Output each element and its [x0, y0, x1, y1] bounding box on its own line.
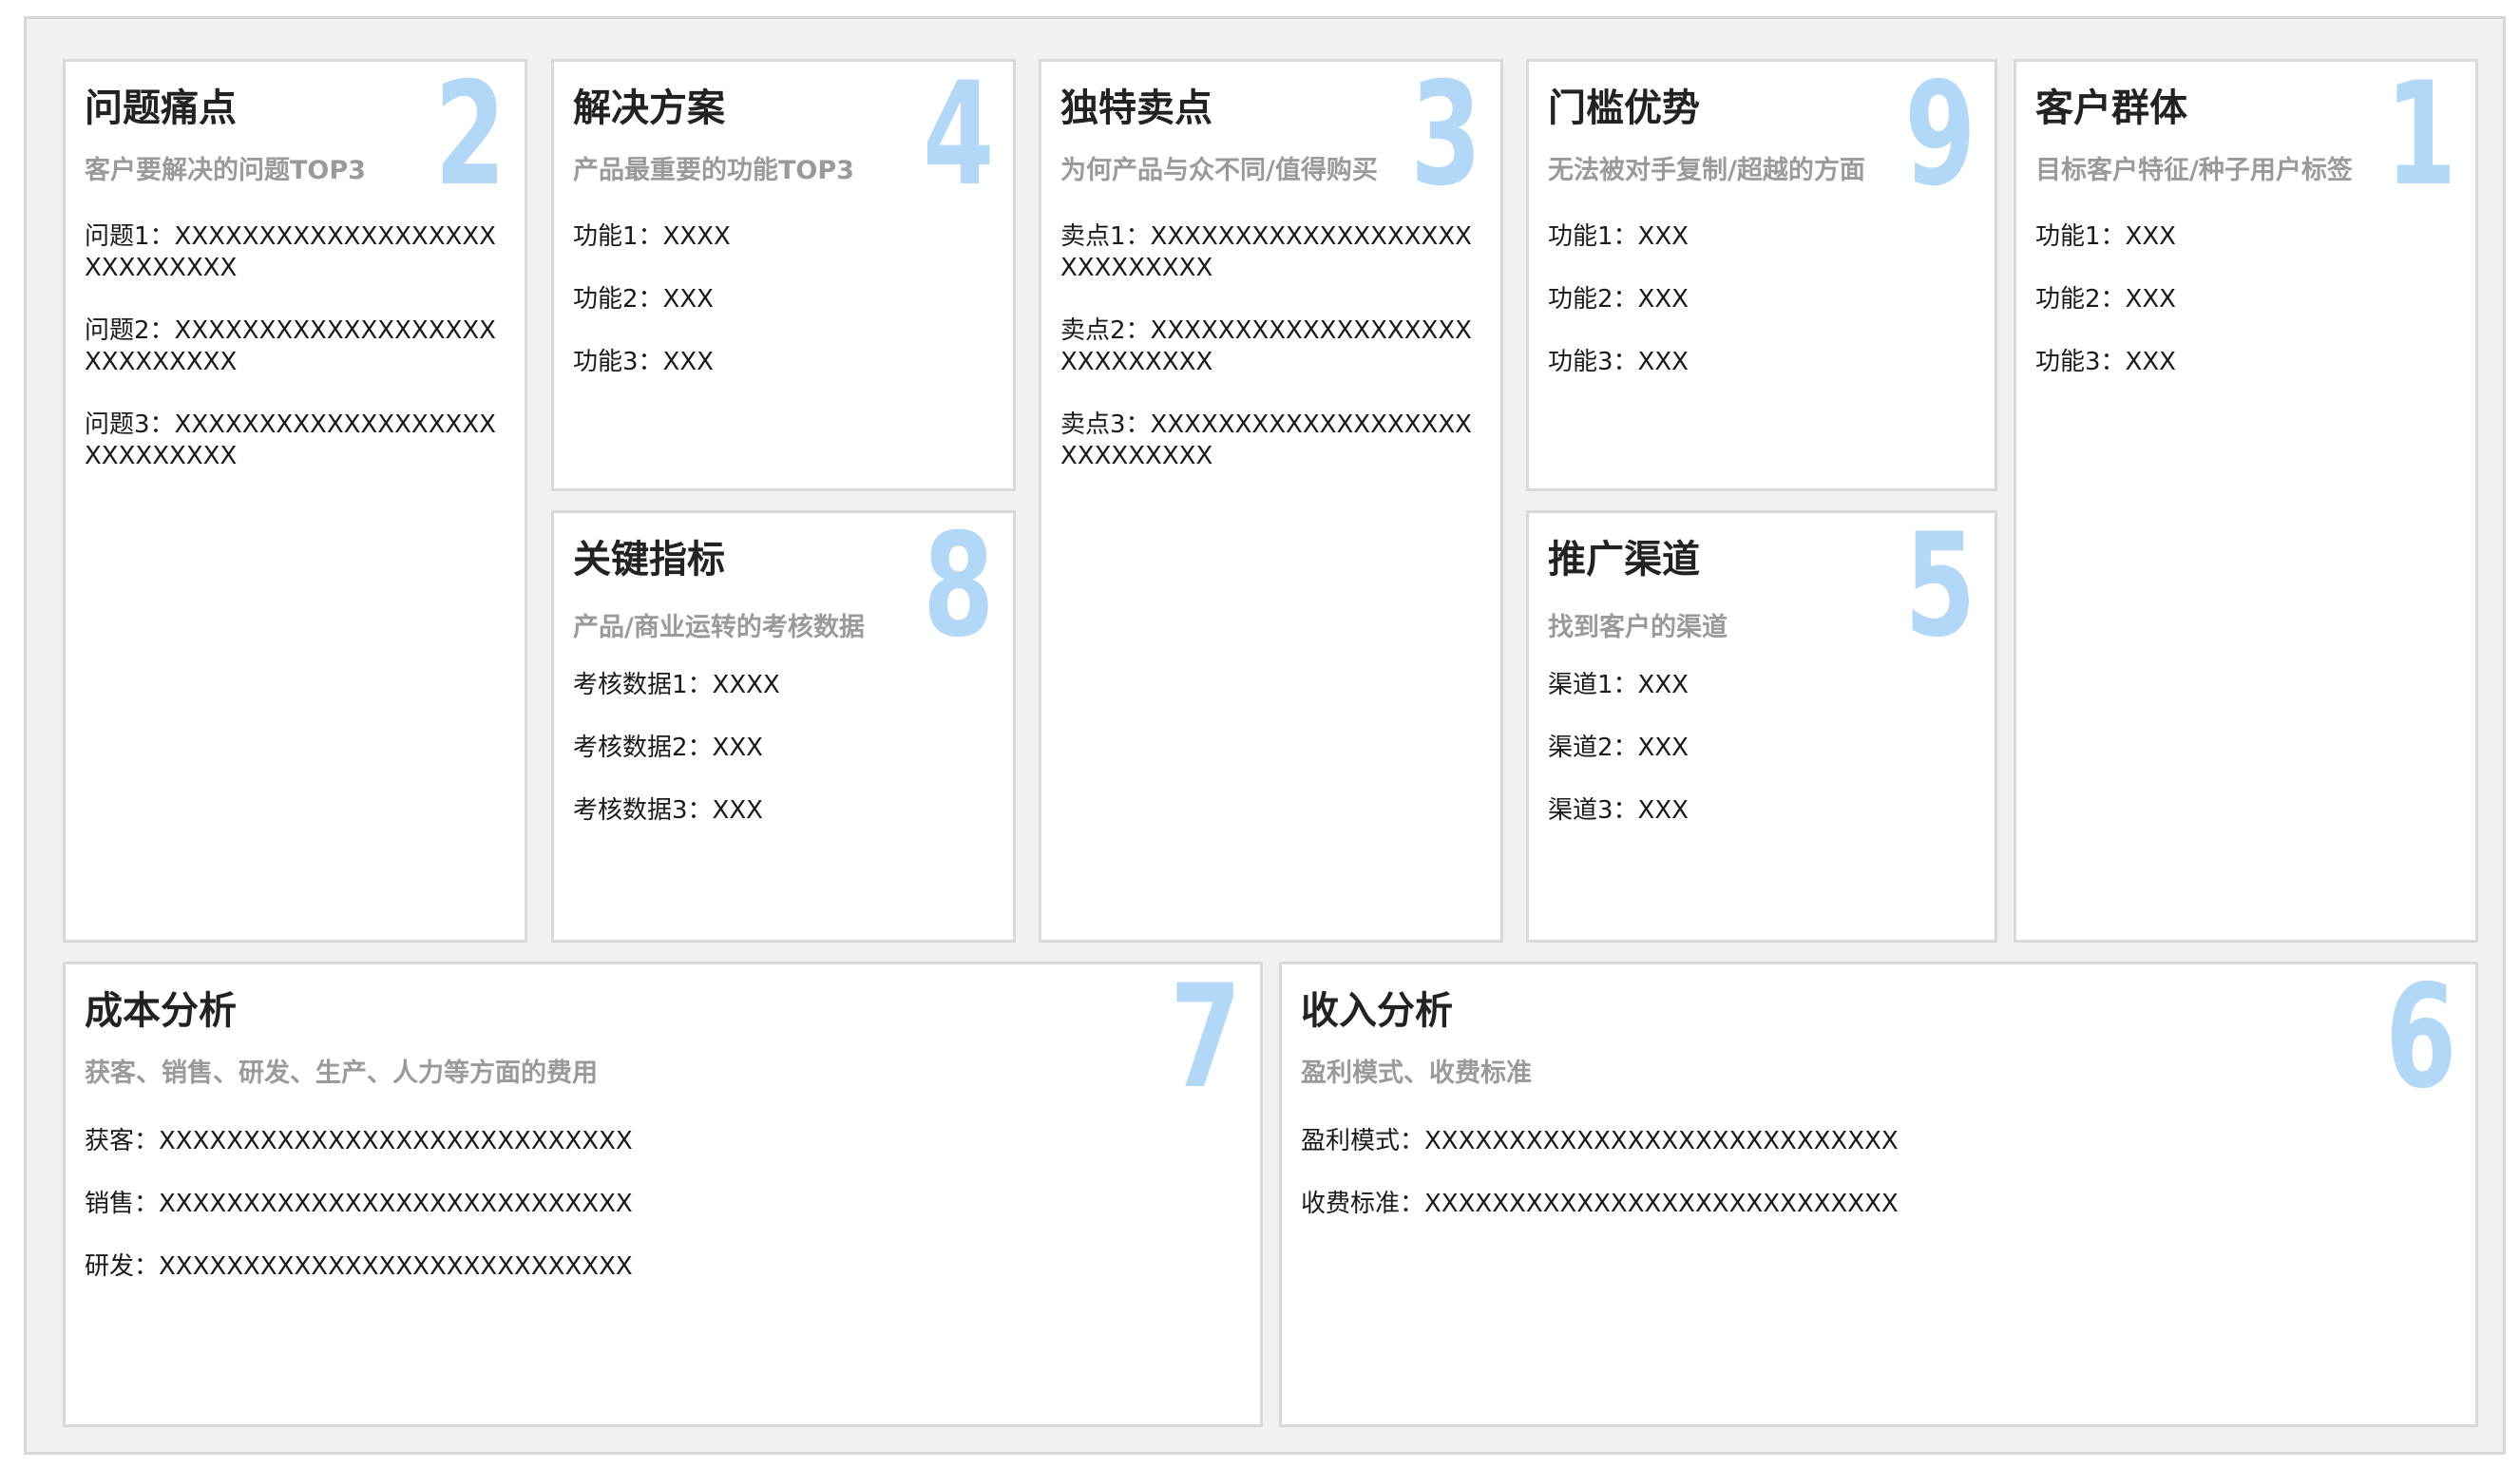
card-subtitle: 无法被对手复制/超越的方面 [1548, 156, 1865, 185]
list-item: 考核数据3：XXX [573, 796, 763, 825]
card-item-list: 卖点1：XXXXXXXXXXXXXXXXXXXXXXXXXXXX 卖点2：XXX… [1060, 221, 1478, 504]
card-number: 3 [1409, 59, 1481, 218]
list-item: 考核数据2：XXX [573, 734, 763, 762]
card-cost: 成本分析 获客、销售、研发、生产、人力等方面的费用 7 获客：XXXXXXXXX… [63, 962, 1263, 1427]
card-number: 8 [922, 510, 994, 669]
card-title: 关键指标 [573, 538, 725, 582]
card-subtitle: 客户要解决的问题TOP3 [85, 156, 366, 185]
card-title: 问题痛点 [85, 86, 237, 130]
card-subtitle: 找到客户的渠道 [1548, 613, 1728, 642]
card-subtitle: 为何产品与众不同/值得购买 [1060, 156, 1378, 185]
list-item: 销售：XXXXXXXXXXXXXXXXXXXXXXXXXXXX [85, 1190, 633, 1218]
card-title: 成本分析 [85, 989, 237, 1033]
list-item: 收费标准：XXXXXXXXXXXXXXXXXXXXXXXXXXXX [1301, 1190, 1899, 1218]
card-subtitle: 产品/商业运转的考核数据 [573, 613, 865, 642]
card-item-list: 功能1：XXX 功能2：XXX 功能3：XXX [1548, 221, 1972, 410]
card-number: 7 [1169, 962, 1241, 1120]
list-item: 卖点2：XXXXXXXXXXXXXXXXXXXXXXXXXXXX [1060, 316, 1472, 376]
card-item-list: 功能1：XXXX 功能2：XXX 功能3：XXX [573, 221, 990, 410]
list-item: 问题2：XXXXXXXXXXXXXXXXXXXXXXXXXXXX [85, 316, 496, 376]
list-item: 问题1：XXXXXXXXXXXXXXXXXXXXXXXXXXXX [85, 222, 496, 282]
card-segments: 客户群体 目标客户特征/种子用户标签 1 功能1：XXX 功能2：XXX 功能3… [2014, 59, 2478, 943]
card-item-list: 考核数据1：XXXX 考核数据2：XXX 考核数据3：XXX [573, 670, 990, 858]
card-number: 5 [1903, 510, 1976, 669]
card-subtitle: 产品最重要的功能TOP3 [573, 156, 854, 185]
list-item: 功能1：XXXX [573, 222, 731, 251]
list-item: 盈利模式：XXXXXXXXXXXXXXXXXXXXXXXXXXXX [1301, 1127, 1899, 1155]
card-usp: 独特卖点 为何产品与众不同/值得购买 3 卖点1：XXXXXXXXXXXXXXX… [1039, 59, 1503, 943]
list-item: 功能3：XXX [1548, 348, 1689, 376]
card-title: 独特卖点 [1060, 86, 1212, 130]
list-item: 功能3：XXX [573, 348, 714, 376]
card-metrics: 关键指标 产品/商业运转的考核数据 8 考核数据1：XXXX 考核数据2：XXX… [551, 510, 1016, 943]
list-item: 渠道2：XXX [1548, 734, 1689, 762]
card-subtitle: 盈利模式、收费标准 [1301, 1059, 1532, 1088]
card-item-list: 盈利模式：XXXXXXXXXXXXXXXXXXXXXXXXXXXX 收费标准：X… [1301, 1126, 2453, 1251]
list-item: 功能3：XXX [2035, 348, 2176, 376]
card-channels: 推广渠道 找到客户的渠道 5 渠道1：XXX 渠道2：XXX 渠道3：XXX [1526, 510, 1997, 943]
card-title: 门槛优势 [1548, 86, 1700, 130]
list-item: 功能1：XXX [2035, 222, 2176, 251]
list-item: 功能2：XXX [573, 285, 714, 314]
card-title: 推广渠道 [1548, 538, 1700, 582]
card-number: 9 [1903, 59, 1976, 218]
list-item: 研发：XXXXXXXXXXXXXXXXXXXXXXXXXXXX [85, 1252, 633, 1281]
card-revenue: 收入分析 盈利模式、收费标准 6 盈利模式：XXXXXXXXXXXXXXXXXX… [1279, 962, 2478, 1427]
list-item: 渠道1：XXX [1548, 671, 1689, 699]
card-subtitle: 获客、销售、研发、生产、人力等方面的费用 [85, 1059, 598, 1088]
card-number: 6 [2384, 962, 2456, 1120]
list-item: 功能2：XXX [1548, 285, 1689, 314]
card-title: 收入分析 [1301, 989, 1453, 1033]
card-item-list: 渠道1：XXX 渠道2：XXX 渠道3：XXX [1548, 670, 1972, 858]
card-item-list: 问题1：XXXXXXXXXXXXXXXXXXXXXXXXXXXX 问题2：XXX… [85, 221, 502, 504]
list-item: 获客：XXXXXXXXXXXXXXXXXXXXXXXXXXXX [85, 1127, 633, 1155]
list-item: 问题3：XXXXXXXXXXXXXXXXXXXXXXXXXXXX [85, 410, 496, 470]
card-subtitle: 目标客户特征/种子用户标签 [2035, 156, 2353, 185]
list-item: 功能2：XXX [2035, 285, 2176, 314]
card-number: 1 [2384, 59, 2456, 218]
list-item: 卖点1：XXXXXXXXXXXXXXXXXXXXXXXXXXXX [1060, 222, 1472, 282]
card-title: 解决方案 [573, 86, 725, 130]
card-solution: 解决方案 产品最重要的功能TOP3 4 功能1：XXXX 功能2：XXX 功能3… [551, 59, 1016, 491]
list-item: 功能1：XXX [1548, 222, 1689, 251]
list-item: 考核数据1：XXXX [573, 671, 780, 699]
card-advantage: 门槛优势 无法被对手复制/超越的方面 9 功能1：XXX 功能2：XXX 功能3… [1526, 59, 1997, 491]
card-title: 客户群体 [2035, 86, 2187, 130]
card-problem: 问题痛点 客户要解决的问题TOP3 2 问题1：XXXXXXXXXXXXXXXX… [63, 59, 527, 943]
card-item-list: 功能1：XXX 功能2：XXX 功能3：XXX [2035, 221, 2453, 410]
card-item-list: 获客：XXXXXXXXXXXXXXXXXXXXXXXXXXXX 销售：XXXXX… [85, 1126, 1237, 1314]
card-number: 4 [922, 59, 994, 218]
list-item: 渠道3：XXX [1548, 796, 1689, 825]
list-item: 卖点3：XXXXXXXXXXXXXXXXXXXXXXXXXXXX [1060, 410, 1472, 470]
card-number: 2 [433, 59, 506, 218]
